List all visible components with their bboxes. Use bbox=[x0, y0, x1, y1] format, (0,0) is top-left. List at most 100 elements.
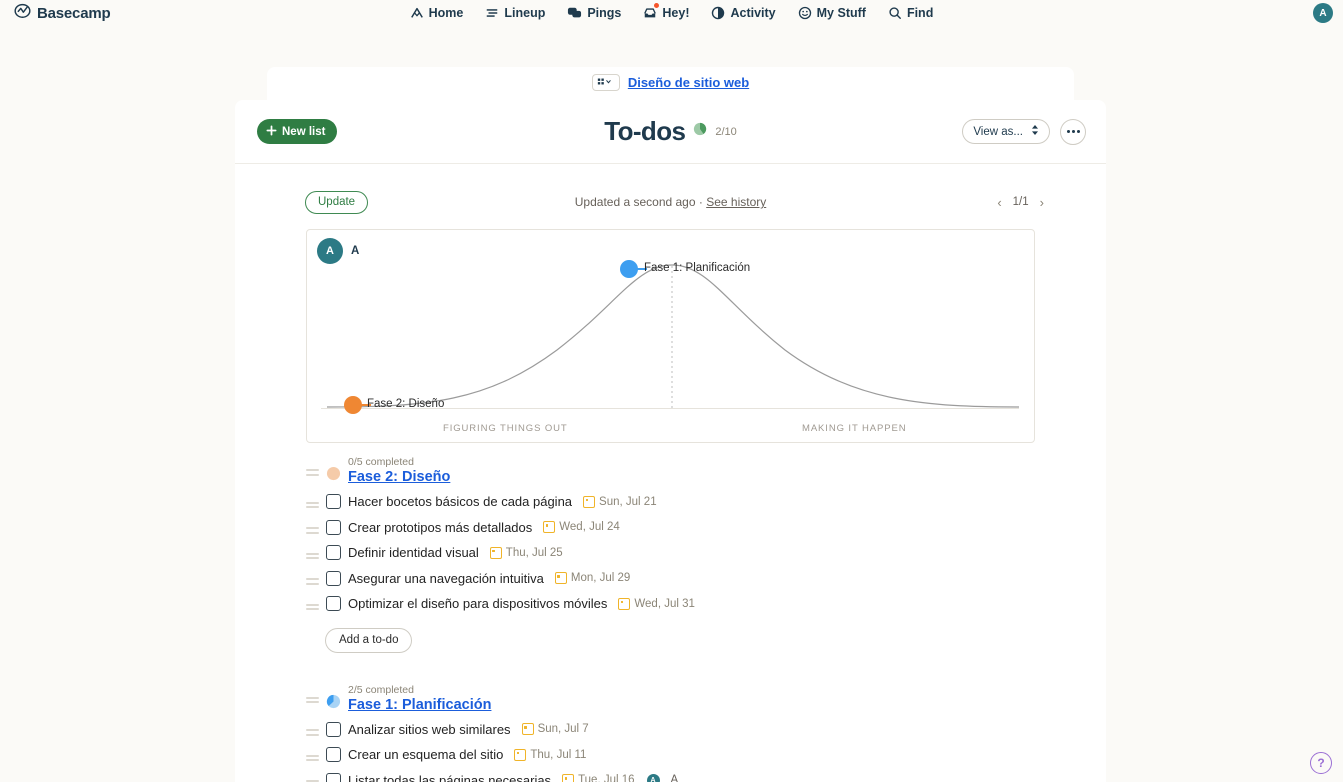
title-bar-actions: View as... bbox=[962, 119, 1086, 145]
nav-item-activity[interactable]: Activity bbox=[711, 6, 775, 20]
todo-checkbox[interactable] bbox=[326, 494, 341, 509]
due-date-label: Mon, Jul 29 bbox=[571, 572, 630, 584]
todo-text[interactable]: Crear prototipos más detallados bbox=[348, 520, 532, 535]
drag-handle-icon[interactable] bbox=[306, 496, 319, 509]
due-date-label: Wed, Jul 24 bbox=[559, 521, 620, 533]
hill-point-label-0: Fase 1: Planificación bbox=[644, 262, 750, 274]
todo-list: 2/5 completed Fase 1: Planificación Anal… bbox=[235, 683, 1106, 782]
activity-pie-icon bbox=[711, 6, 725, 20]
user-avatar[interactable]: A bbox=[1313, 3, 1333, 23]
todo-due-date[interactable]: Mon, Jul 29 bbox=[555, 572, 630, 584]
todo-lists: 0/5 completed Fase 2: Diseño Hacer bocet… bbox=[235, 443, 1106, 782]
todo-list: 0/5 completed Fase 2: Diseño Hacer bocet… bbox=[235, 455, 1106, 653]
todo-due-date[interactable]: Sun, Jul 7 bbox=[522, 723, 589, 735]
todo-checkbox[interactable] bbox=[326, 545, 341, 560]
nav-item-pings[interactable]: Pings bbox=[567, 6, 621, 20]
nav-item-home-label: Home bbox=[429, 6, 464, 20]
calendar-icon bbox=[543, 521, 555, 533]
drag-handle-icon[interactable] bbox=[306, 749, 319, 762]
pager-label: 1/1 bbox=[1013, 196, 1029, 208]
nav-item-lineup[interactable]: Lineup bbox=[485, 6, 545, 20]
list-completed-count: 2/5 completed bbox=[348, 683, 491, 697]
hill-chart-toolbar: Update Updated a second ago · See histor… bbox=[235, 187, 1106, 217]
home-icon bbox=[410, 6, 424, 20]
todo-due-date[interactable]: Sun, Jul 21 bbox=[583, 496, 657, 508]
todo-item: Crear prototipos más detallados Wed, Jul… bbox=[235, 515, 1106, 541]
todo-due-date[interactable]: Wed, Jul 31 bbox=[618, 598, 695, 610]
hill-chart-section: Update Updated a second ago · See histor… bbox=[235, 164, 1106, 443]
view-as-label: View as... bbox=[973, 126, 1023, 138]
search-icon bbox=[888, 6, 902, 20]
updated-status: Updated a second ago · See history bbox=[235, 195, 1106, 209]
drag-handle-icon[interactable] bbox=[306, 455, 319, 476]
drag-handle-icon[interactable] bbox=[306, 723, 319, 736]
nav-item-hey[interactable]: Hey! bbox=[643, 6, 689, 20]
todo-due-date[interactable]: Wed, Jul 24 bbox=[543, 521, 620, 533]
todo-checkbox[interactable] bbox=[326, 596, 341, 611]
todo-list-header: 0/5 completed Fase 2: Diseño bbox=[235, 455, 1106, 489]
chevron-right-icon[interactable]: › bbox=[1040, 195, 1044, 210]
more-options-button[interactable] bbox=[1060, 119, 1086, 145]
nav-item-hey-label: Hey! bbox=[662, 6, 689, 20]
todo-text[interactable]: Hacer bocetos básicos de cada página bbox=[348, 494, 572, 509]
todos-progress-pie-icon bbox=[693, 122, 707, 141]
brand-name: Basecamp bbox=[37, 5, 110, 22]
todo-checkbox[interactable] bbox=[326, 773, 341, 782]
drag-handle-icon[interactable] bbox=[306, 572, 319, 585]
due-date-label: Sun, Jul 7 bbox=[538, 723, 589, 735]
todo-text[interactable]: Crear un esquema del sitio bbox=[348, 747, 503, 762]
hey-unread-badge bbox=[653, 2, 660, 9]
assignee-name: A bbox=[671, 774, 679, 782]
help-button[interactable]: ? bbox=[1310, 752, 1332, 774]
hill-point-label-1: Fase 2: Diseño bbox=[367, 398, 444, 410]
add-todo-button[interactable]: Add a to-do bbox=[325, 628, 412, 653]
todo-checkbox[interactable] bbox=[326, 747, 341, 762]
drag-handle-icon[interactable] bbox=[306, 774, 319, 782]
hill-chart[interactable]: A A Fase 1: Planificación Fase 2: Diseño… bbox=[306, 229, 1035, 443]
hill-axis-label-left: FIGURING THINGS OUT bbox=[443, 423, 568, 434]
todo-text[interactable]: Asegurar una navegación intuitiva bbox=[348, 571, 544, 586]
todo-checkbox[interactable] bbox=[326, 722, 341, 737]
todo-due-date[interactable]: Tue, Jul 16 bbox=[562, 774, 634, 782]
project-name-link[interactable]: Diseño de sitio web bbox=[628, 75, 749, 90]
drag-handle-icon[interactable] bbox=[306, 547, 319, 560]
due-date-label: Tue, Jul 16 bbox=[578, 774, 634, 782]
page-title-bar: New list To-dos 2/10 View as... bbox=[235, 100, 1106, 164]
todo-checkbox[interactable] bbox=[326, 571, 341, 586]
todo-text[interactable]: Listar todas las páginas necesarias bbox=[348, 773, 551, 782]
nav-item-my-stuff[interactable]: My Stuff bbox=[798, 6, 866, 20]
list-title-link[interactable]: Fase 2: Diseño bbox=[348, 469, 450, 486]
todo-due-date[interactable]: Thu, Jul 25 bbox=[490, 547, 563, 559]
list-completed-count: 0/5 completed bbox=[348, 455, 450, 469]
list-title-link[interactable]: Fase 1: Planificación bbox=[348, 697, 491, 714]
list-progress-pie-icon bbox=[326, 466, 341, 481]
view-as-button[interactable]: View as... bbox=[962, 119, 1050, 144]
nav-item-find[interactable]: Find bbox=[888, 6, 933, 20]
assignee-avatar[interactable]: A bbox=[647, 774, 660, 782]
nav-item-home[interactable]: Home bbox=[410, 6, 464, 20]
project-switcher-button[interactable] bbox=[592, 74, 620, 91]
todo-item: Optimizar el diseño para dispositivos mó… bbox=[235, 591, 1106, 617]
lineup-icon bbox=[485, 6, 499, 20]
drag-handle-icon[interactable] bbox=[306, 683, 319, 704]
chevron-left-icon[interactable]: ‹ bbox=[997, 195, 1001, 210]
calendar-icon bbox=[562, 774, 574, 782]
updown-chevron-icon bbox=[1031, 124, 1039, 139]
todo-text[interactable]: Definir identidad visual bbox=[348, 545, 479, 560]
nav-item-lineup-label: Lineup bbox=[504, 6, 545, 20]
todo-item: Listar todas las páginas necesarias Tue,… bbox=[235, 768, 1106, 782]
drag-handle-icon[interactable] bbox=[306, 598, 319, 611]
brand-logo[interactable]: Basecamp bbox=[14, 2, 110, 24]
list-progress-pie-icon bbox=[326, 694, 341, 709]
nav-item-activity-label: Activity bbox=[730, 6, 775, 20]
calendar-icon bbox=[618, 598, 630, 610]
todo-text[interactable]: Optimizar el diseño para dispositivos mó… bbox=[348, 596, 607, 611]
updated-timestamp: Updated a second ago · bbox=[575, 195, 706, 209]
see-history-link[interactable]: See history bbox=[706, 195, 766, 209]
todo-due-date[interactable]: Thu, Jul 11 bbox=[514, 749, 586, 761]
todo-text[interactable]: Analizar sitios web similares bbox=[348, 722, 511, 737]
grid-chevron-icon bbox=[597, 73, 614, 91]
drag-handle-icon[interactable] bbox=[306, 521, 319, 534]
hill-chart-pager: ‹ 1/1 › bbox=[997, 195, 1044, 210]
todo-checkbox[interactable] bbox=[326, 520, 341, 535]
